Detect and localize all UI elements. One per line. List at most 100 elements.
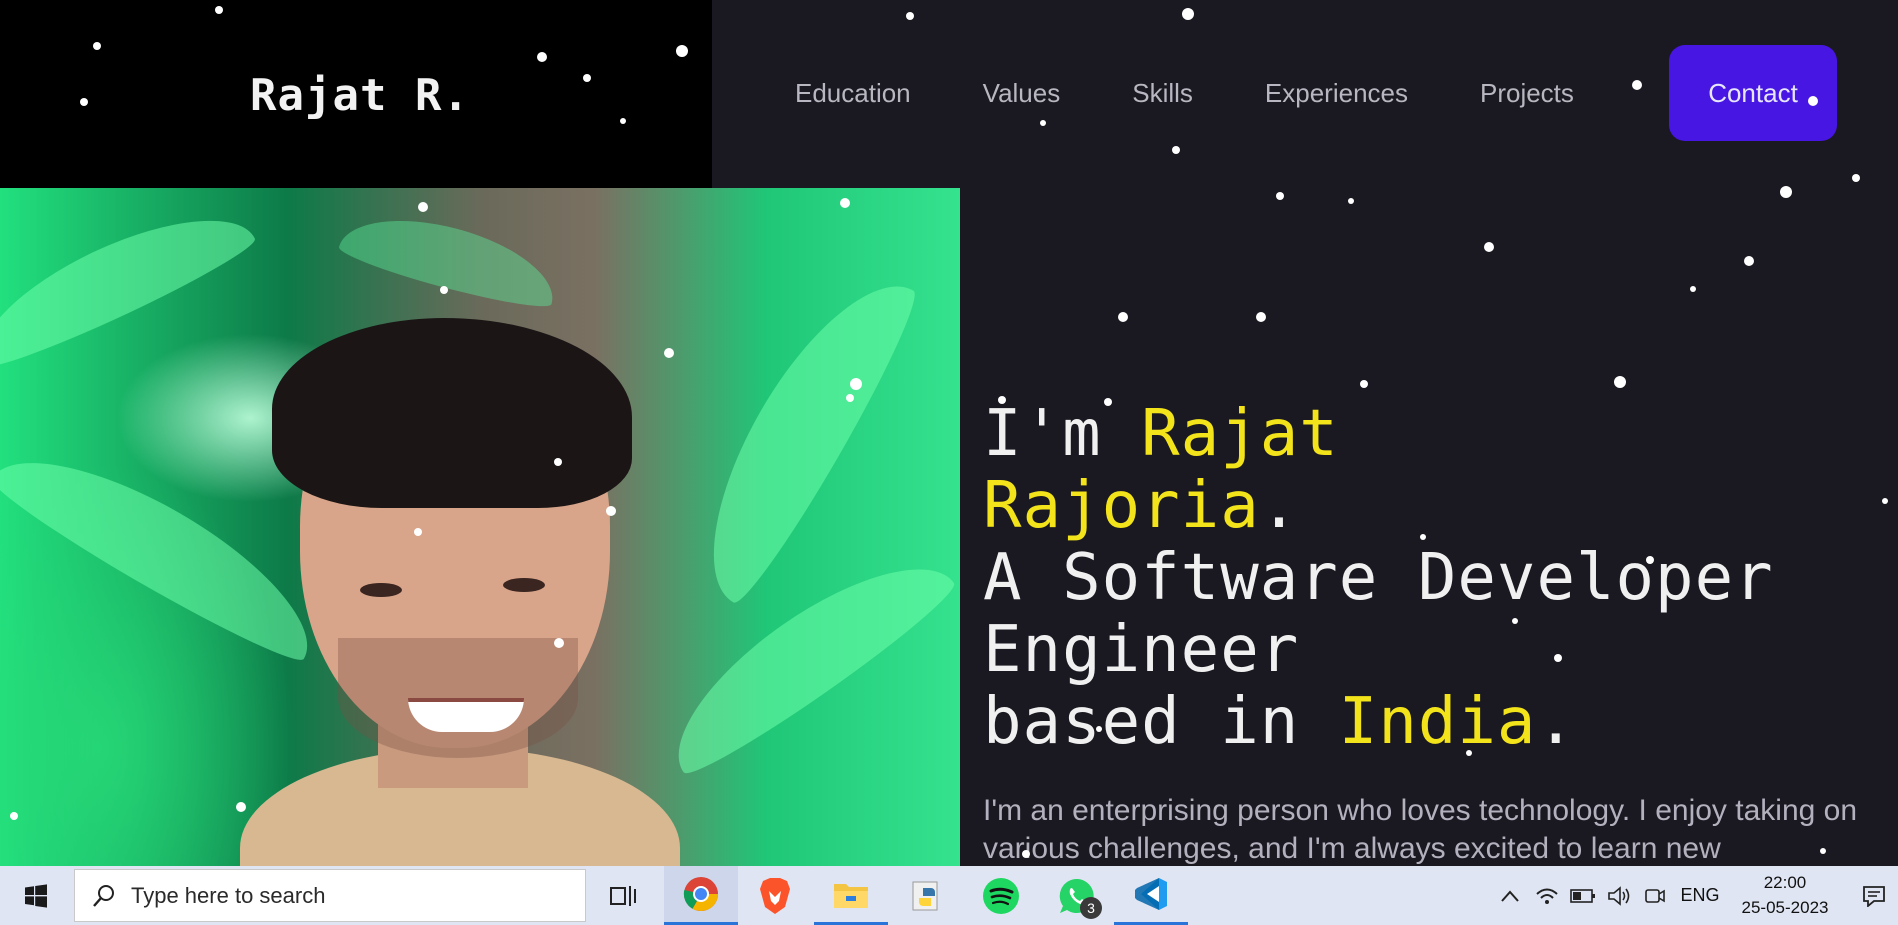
- hero-role: A Software Developer: [983, 541, 1774, 615]
- taskbar-vscode[interactable]: [1114, 866, 1188, 925]
- person-eye-right: [503, 578, 545, 592]
- taskbar-spotify[interactable]: [964, 866, 1038, 925]
- system-clock[interactable]: 22:00 25-05-2023: [1730, 870, 1840, 920]
- star: [1104, 398, 1112, 406]
- star: [215, 6, 223, 14]
- taskbar-whatsapp[interactable]: 3: [1040, 866, 1114, 925]
- start-button[interactable]: [0, 866, 72, 925]
- notification-icon: [1863, 885, 1885, 907]
- nav-experiences[interactable]: Experiences: [1265, 78, 1408, 109]
- show-hidden-icons[interactable]: [1494, 866, 1526, 925]
- python-icon: [912, 881, 938, 910]
- hero-role-cont: Engineer: [983, 613, 1300, 687]
- star: [10, 812, 18, 820]
- star: [676, 45, 688, 57]
- star: [1646, 556, 1654, 564]
- wifi-icon: [1536, 888, 1558, 904]
- star: [606, 506, 616, 516]
- star: [236, 802, 246, 812]
- file-explorer-icon: [834, 884, 868, 908]
- profile-photo: [0, 188, 960, 866]
- star: [440, 286, 448, 294]
- star: [1614, 376, 1626, 388]
- star: [1022, 850, 1030, 858]
- hero-last-name: Rajoria: [983, 469, 1260, 543]
- clock-time: 22:00: [1763, 873, 1807, 892]
- nav-skills[interactable]: Skills: [1132, 78, 1193, 109]
- taskbar-chrome[interactable]: [664, 866, 738, 925]
- contact-button[interactable]: Contact: [1669, 45, 1837, 141]
- star: [418, 202, 428, 212]
- star: [1780, 186, 1792, 198]
- star: [554, 638, 564, 648]
- star: [1420, 534, 1426, 540]
- search-placeholder: Type here to search: [131, 882, 326, 908]
- task-view-icon: [610, 885, 636, 906]
- star: [80, 98, 88, 106]
- hero-location: India: [1338, 685, 1537, 759]
- person-hair: [272, 318, 632, 508]
- brave-icon: [760, 877, 790, 914]
- whatsapp-badge: 3: [1080, 897, 1102, 919]
- network-status[interactable]: [1530, 866, 1564, 925]
- action-center[interactable]: [1850, 866, 1898, 925]
- star: [1744, 256, 1754, 266]
- taskbar-python[interactable]: [890, 866, 964, 925]
- star: [1466, 750, 1472, 756]
- star: [664, 348, 674, 358]
- star: [583, 74, 591, 82]
- hero-intro: I'm: [983, 397, 1142, 471]
- photo-leaf: [671, 254, 929, 612]
- taskbar-brave[interactable]: [738, 866, 812, 925]
- star: [1348, 198, 1354, 204]
- hero-description: I'm an enterprising person who loves tec…: [983, 794, 1858, 865]
- volume-control[interactable]: [1602, 866, 1636, 925]
- star: [1182, 8, 1194, 20]
- language-indicator[interactable]: ENG: [1676, 866, 1724, 925]
- nav-values[interactable]: Values: [983, 78, 1061, 109]
- search-icon: [93, 884, 114, 907]
- star: [1820, 848, 1826, 854]
- hero-period: .: [1259, 469, 1300, 543]
- star: [1040, 120, 1046, 126]
- brand-panel: Rajat R.: [0, 0, 712, 188]
- taskbar: Type here to search 3 ENG 22:00 25-05-20…: [0, 866, 1898, 925]
- speaker-icon: [1608, 885, 1630, 906]
- star: [93, 42, 101, 50]
- star: [1808, 96, 1818, 106]
- brand-logo[interactable]: Rajat R.: [250, 70, 470, 121]
- star: [1852, 174, 1860, 182]
- star: [1554, 654, 1562, 662]
- battery-status[interactable]: [1566, 866, 1600, 925]
- star: [554, 458, 562, 466]
- person-eye-left: [360, 583, 402, 597]
- star: [1512, 618, 1518, 624]
- camera-icon: [1645, 888, 1665, 903]
- taskbar-search[interactable]: Type here to search: [74, 869, 586, 922]
- star: [1096, 726, 1102, 732]
- task-view-button[interactable]: [586, 866, 660, 925]
- star: [1172, 146, 1180, 154]
- nav-education[interactable]: Education: [795, 78, 911, 109]
- windows-icon: [25, 883, 47, 908]
- star: [1690, 286, 1696, 292]
- star: [906, 12, 914, 20]
- star: [846, 394, 854, 402]
- star: [414, 528, 422, 536]
- vscode-icon: [1135, 878, 1167, 910]
- taskbar-file-explorer[interactable]: [814, 866, 888, 925]
- hero-location-period: .: [1536, 685, 1576, 759]
- star: [998, 396, 1006, 404]
- star: [1632, 80, 1642, 90]
- star: [840, 198, 850, 208]
- hero-first-name: Rajat: [1141, 397, 1339, 471]
- star: [1256, 312, 1266, 322]
- spotify-icon: [983, 877, 1019, 914]
- star: [850, 378, 862, 390]
- star: [1118, 312, 1128, 322]
- chrome-icon: [683, 877, 718, 911]
- person-smile: [408, 698, 524, 732]
- star: [620, 118, 626, 124]
- meet-now[interactable]: [1638, 866, 1672, 925]
- nav-projects[interactable]: Projects: [1480, 78, 1574, 109]
